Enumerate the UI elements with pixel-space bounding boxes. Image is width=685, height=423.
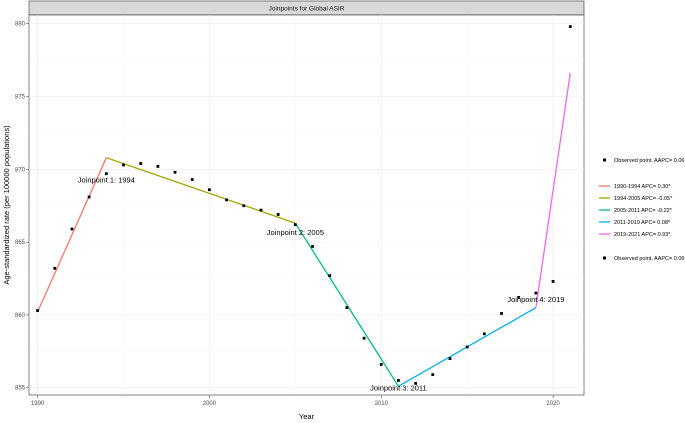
y-tick-label: 855 bbox=[15, 386, 26, 392]
joinpoint-label: Joinpoint 4: 2019 bbox=[507, 295, 564, 304]
y-tick-label: 875 bbox=[15, 95, 26, 101]
observed-point bbox=[156, 165, 160, 168]
observed-point bbox=[242, 204, 246, 208]
observed-point bbox=[225, 198, 228, 202]
legend-label-2: 1994-2005 APC= -0.05* bbox=[614, 196, 673, 202]
observed-point bbox=[173, 170, 177, 174]
observed-point bbox=[259, 208, 263, 212]
observed-point bbox=[482, 332, 486, 336]
observed-point bbox=[87, 195, 91, 199]
chart-title: Joinpoints for Global ASIR bbox=[269, 6, 345, 13]
observed-point bbox=[293, 223, 297, 227]
observed-point bbox=[397, 379, 400, 382]
observed-point bbox=[276, 213, 280, 216]
observed-point bbox=[448, 357, 452, 360]
observed-point bbox=[500, 312, 503, 315]
joinpoint-chart: Joinpoints for Global ASIR Joinpoint 1: … bbox=[0, 0, 685, 423]
legend-bottom-point-key bbox=[603, 256, 606, 260]
joinpoint-label: Joinpoint 3: 2011 bbox=[370, 384, 427, 393]
x-axis-title: Year bbox=[299, 412, 315, 421]
y-tick-label: 860 bbox=[15, 313, 26, 319]
observed-point bbox=[328, 274, 332, 278]
y-tick-label: 865 bbox=[15, 240, 26, 246]
legend-label-3: 2005-2011 APC= -0.22* bbox=[614, 208, 673, 214]
observed-point bbox=[208, 188, 211, 192]
legend-label-4: 2011-2019 APC= 0.08* bbox=[614, 220, 671, 226]
joinpoint-label: Joinpoint 1: 1994 bbox=[78, 176, 135, 185]
y-tick-label: 880 bbox=[15, 22, 26, 28]
legend-bottom-point-label: Observed point, AAPC= 0.06 bbox=[614, 256, 684, 262]
observed-point bbox=[431, 373, 435, 377]
observed-point bbox=[551, 280, 555, 283]
observed-point bbox=[190, 178, 194, 181]
observed-point bbox=[311, 245, 314, 248]
x-tick-label: 2000 bbox=[203, 401, 217, 407]
observed-point bbox=[465, 345, 469, 349]
observed-point bbox=[36, 309, 39, 312]
x-tick-label: 2020 bbox=[546, 401, 560, 407]
x-tick-label: 1990 bbox=[31, 401, 45, 407]
observed-point bbox=[53, 266, 57, 270]
observed-point bbox=[345, 306, 349, 310]
observed-point bbox=[122, 163, 125, 167]
legend-label-1: 1990-1994 APC= 0.30* bbox=[614, 184, 671, 190]
observed-point bbox=[70, 227, 74, 231]
observed-point bbox=[568, 25, 572, 29]
plot-area bbox=[28, 14, 585, 396]
plot-panel: Joinpoints for Global ASIR Joinpoint 1: … bbox=[15, 0, 585, 407]
legend-label-5: 2019-2021 APC= 0.93* bbox=[614, 232, 671, 238]
legend-top-point-key bbox=[603, 158, 606, 162]
observed-point bbox=[379, 363, 383, 366]
y-axis-title: Age-standardized rate (per 100000 popula… bbox=[2, 125, 11, 285]
legend-top-point-label: Observed point, AAPC= 0.06 bbox=[614, 158, 684, 164]
observed-point bbox=[139, 162, 143, 165]
y-tick-label: 870 bbox=[15, 167, 26, 173]
joinpoint-label: Joinpoint 2: 2005 bbox=[267, 228, 324, 237]
x-tick-label: 2010 bbox=[375, 401, 389, 407]
observed-point bbox=[362, 336, 366, 340]
